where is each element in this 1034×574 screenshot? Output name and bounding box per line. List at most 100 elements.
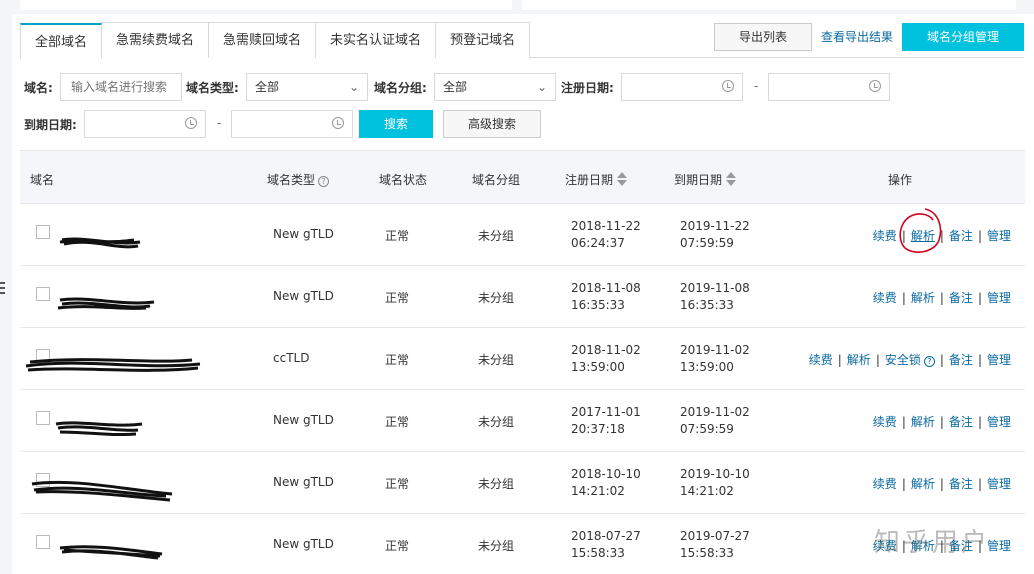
help-icon[interactable]: ?: [318, 176, 330, 187]
redacted-domain-scribble: [25, 358, 201, 372]
manage-link[interactable]: 管理: [987, 415, 1011, 429]
row-expire-date: 2019-07-27 15:58:33: [680, 528, 750, 562]
row-checkbox[interactable]: [36, 287, 50, 301]
row-reg-date-day: 2018-07-27: [571, 529, 641, 543]
renew-link[interactable]: 续费: [873, 291, 897, 305]
manage-link[interactable]: 管理: [987, 539, 1011, 553]
row-reg-date-time: 20:37:18: [571, 422, 625, 436]
row-reg-date: 2018-11-08 16:35:33: [571, 280, 641, 314]
view-export-link[interactable]: 查看导出结果: [821, 28, 893, 45]
row-checkbox[interactable]: [36, 411, 50, 425]
dns-resolve-link[interactable]: 解析: [847, 353, 871, 367]
row-expire-date: 2019-10-10 14:21:02: [680, 466, 750, 500]
clock-icon: [869, 80, 881, 92]
renew-link[interactable]: 续费: [873, 415, 897, 429]
row-checkbox[interactable]: [36, 535, 50, 549]
table-row: New gTLD 正常 未分组 2018-11-08 16:35:33 2019-…: [20, 266, 1025, 328]
dns-resolve-link[interactable]: 解析: [911, 291, 935, 305]
row-reg-date-time: 06:24:37: [571, 236, 625, 250]
row-reg-date-day: 2018-10-10: [571, 467, 641, 481]
remark-link[interactable]: 备注: [949, 291, 973, 305]
row-actions: 续费 | 解析 | 备注 | 管理: [872, 291, 1011, 305]
clock-icon: [332, 117, 344, 129]
expire-date-end-input[interactable]: [231, 110, 353, 138]
row-reg-date-time: 14:21:02: [571, 484, 625, 498]
manage-link[interactable]: 管理: [987, 477, 1011, 491]
col-expire-date[interactable]: 到期日期: [674, 171, 737, 188]
tab-urgent-redeem[interactable]: 急需赎回域名: [208, 22, 317, 58]
group-select-value: 全部: [443, 80, 468, 94]
tab-all-domains[interactable]: 全部域名: [20, 23, 103, 59]
remark-link[interactable]: 备注: [949, 353, 973, 367]
manage-link[interactable]: 管理: [987, 353, 1011, 367]
expire-date-start-input[interactable]: [84, 110, 206, 138]
row-expire-date-time: 16:35:33: [680, 298, 734, 312]
redacted-domain-scribble: [57, 297, 155, 310]
row-reg-date-day: 2018-11-08: [571, 281, 641, 295]
row-actions: 续费 | 解析 | 备注 | 管理: [872, 477, 1011, 491]
top-card-left: [20, 0, 512, 10]
remark-link[interactable]: 备注: [949, 415, 973, 429]
manage-link[interactable]: 管理: [987, 229, 1011, 243]
table-row: New gTLD 正常 未分组 2018-10-10 14:21:02 2019-…: [20, 452, 1025, 514]
security-lock-link[interactable]: 安全锁: [885, 353, 921, 367]
row-type: New gTLD: [273, 227, 334, 241]
sort-icon[interactable]: [726, 172, 737, 186]
tab-unverified[interactable]: 未实名认证域名: [315, 22, 437, 58]
reg-date-end-input[interactable]: [768, 73, 890, 101]
col-status: 域名状态: [379, 173, 428, 187]
row-group: 未分组: [478, 477, 515, 491]
row-actions: 续费 | 解析 | 安全锁? | 备注 | 管理: [808, 353, 1011, 367]
tab-urgent-renew[interactable]: 急需续费域名: [101, 22, 210, 58]
renew-link[interactable]: 续费: [873, 229, 897, 243]
row-expire-date: 2019-11-22 07:59:59: [680, 218, 750, 252]
chevron-down-icon: ⌄: [536, 80, 547, 94]
row-expire-date-day: 2019-10-10: [680, 467, 750, 481]
row-reg-date: 2018-10-10 14:21:02: [571, 466, 641, 500]
row-status: 正常: [385, 415, 410, 429]
help-icon[interactable]: ?: [923, 356, 935, 367]
dns-resolve-link[interactable]: 解析: [911, 415, 935, 429]
col-reg-date-label: 注册日期: [565, 173, 614, 187]
domain-search-input[interactable]: [60, 73, 182, 101]
row-expire-date-time: 14:21:02: [680, 484, 734, 498]
dns-resolve-link[interactable]: 解析: [911, 477, 935, 491]
group-filter-label: 域名分组:: [374, 81, 427, 95]
remark-link[interactable]: 备注: [949, 229, 973, 243]
chevron-down-icon: ⌄: [348, 80, 359, 94]
manage-link[interactable]: 管理: [987, 291, 1011, 305]
row-checkbox[interactable]: [36, 225, 50, 239]
row-group: 未分组: [478, 415, 515, 429]
group-manage-button[interactable]: 域名分组管理: [902, 23, 1024, 51]
row-actions: 续费 | 解析 | 备注 | 管理: [872, 415, 1011, 429]
redacted-domain-scribble: [31, 480, 173, 502]
renew-link[interactable]: 续费: [809, 353, 833, 367]
col-type: 域名类型?: [267, 171, 330, 188]
redacted-domain-scribble: [55, 421, 143, 437]
col-reg-date[interactable]: 注册日期: [565, 171, 628, 188]
row-expire-date-time: 07:59:59: [680, 236, 734, 250]
expire-date-label: 到期日期:: [24, 118, 77, 132]
group-select[interactable]: 全部 ⌄: [434, 73, 556, 101]
row-reg-date: 2018-11-02 13:59:00: [571, 342, 641, 376]
row-status: 正常: [385, 539, 410, 553]
sort-icon[interactable]: [617, 172, 628, 186]
export-list-button[interactable]: 导出列表: [714, 23, 812, 51]
advanced-search-button[interactable]: 高级搜索: [443, 110, 541, 138]
renew-link[interactable]: 续费: [873, 477, 897, 491]
reg-date-dash: -: [754, 79, 759, 93]
collapse-handle-icon[interactable]: [0, 282, 6, 296]
row-expire-date: 2019-11-02 13:59:00: [680, 342, 750, 376]
row-status: 正常: [385, 477, 410, 491]
reg-date-label: 注册日期:: [561, 81, 614, 95]
row-expire-date-time: 07:59:59: [680, 422, 734, 436]
tab-preregistered[interactable]: 预登记域名: [435, 22, 531, 58]
type-select-value: 全部: [255, 80, 280, 94]
search-button[interactable]: 搜索: [359, 110, 433, 138]
row-type: New gTLD: [273, 413, 334, 427]
row-status: 正常: [385, 229, 410, 243]
row-reg-date-time: 15:58:33: [571, 546, 625, 560]
remark-link[interactable]: 备注: [949, 477, 973, 491]
type-select[interactable]: 全部 ⌄: [246, 73, 368, 101]
reg-date-start-input[interactable]: [621, 73, 743, 101]
